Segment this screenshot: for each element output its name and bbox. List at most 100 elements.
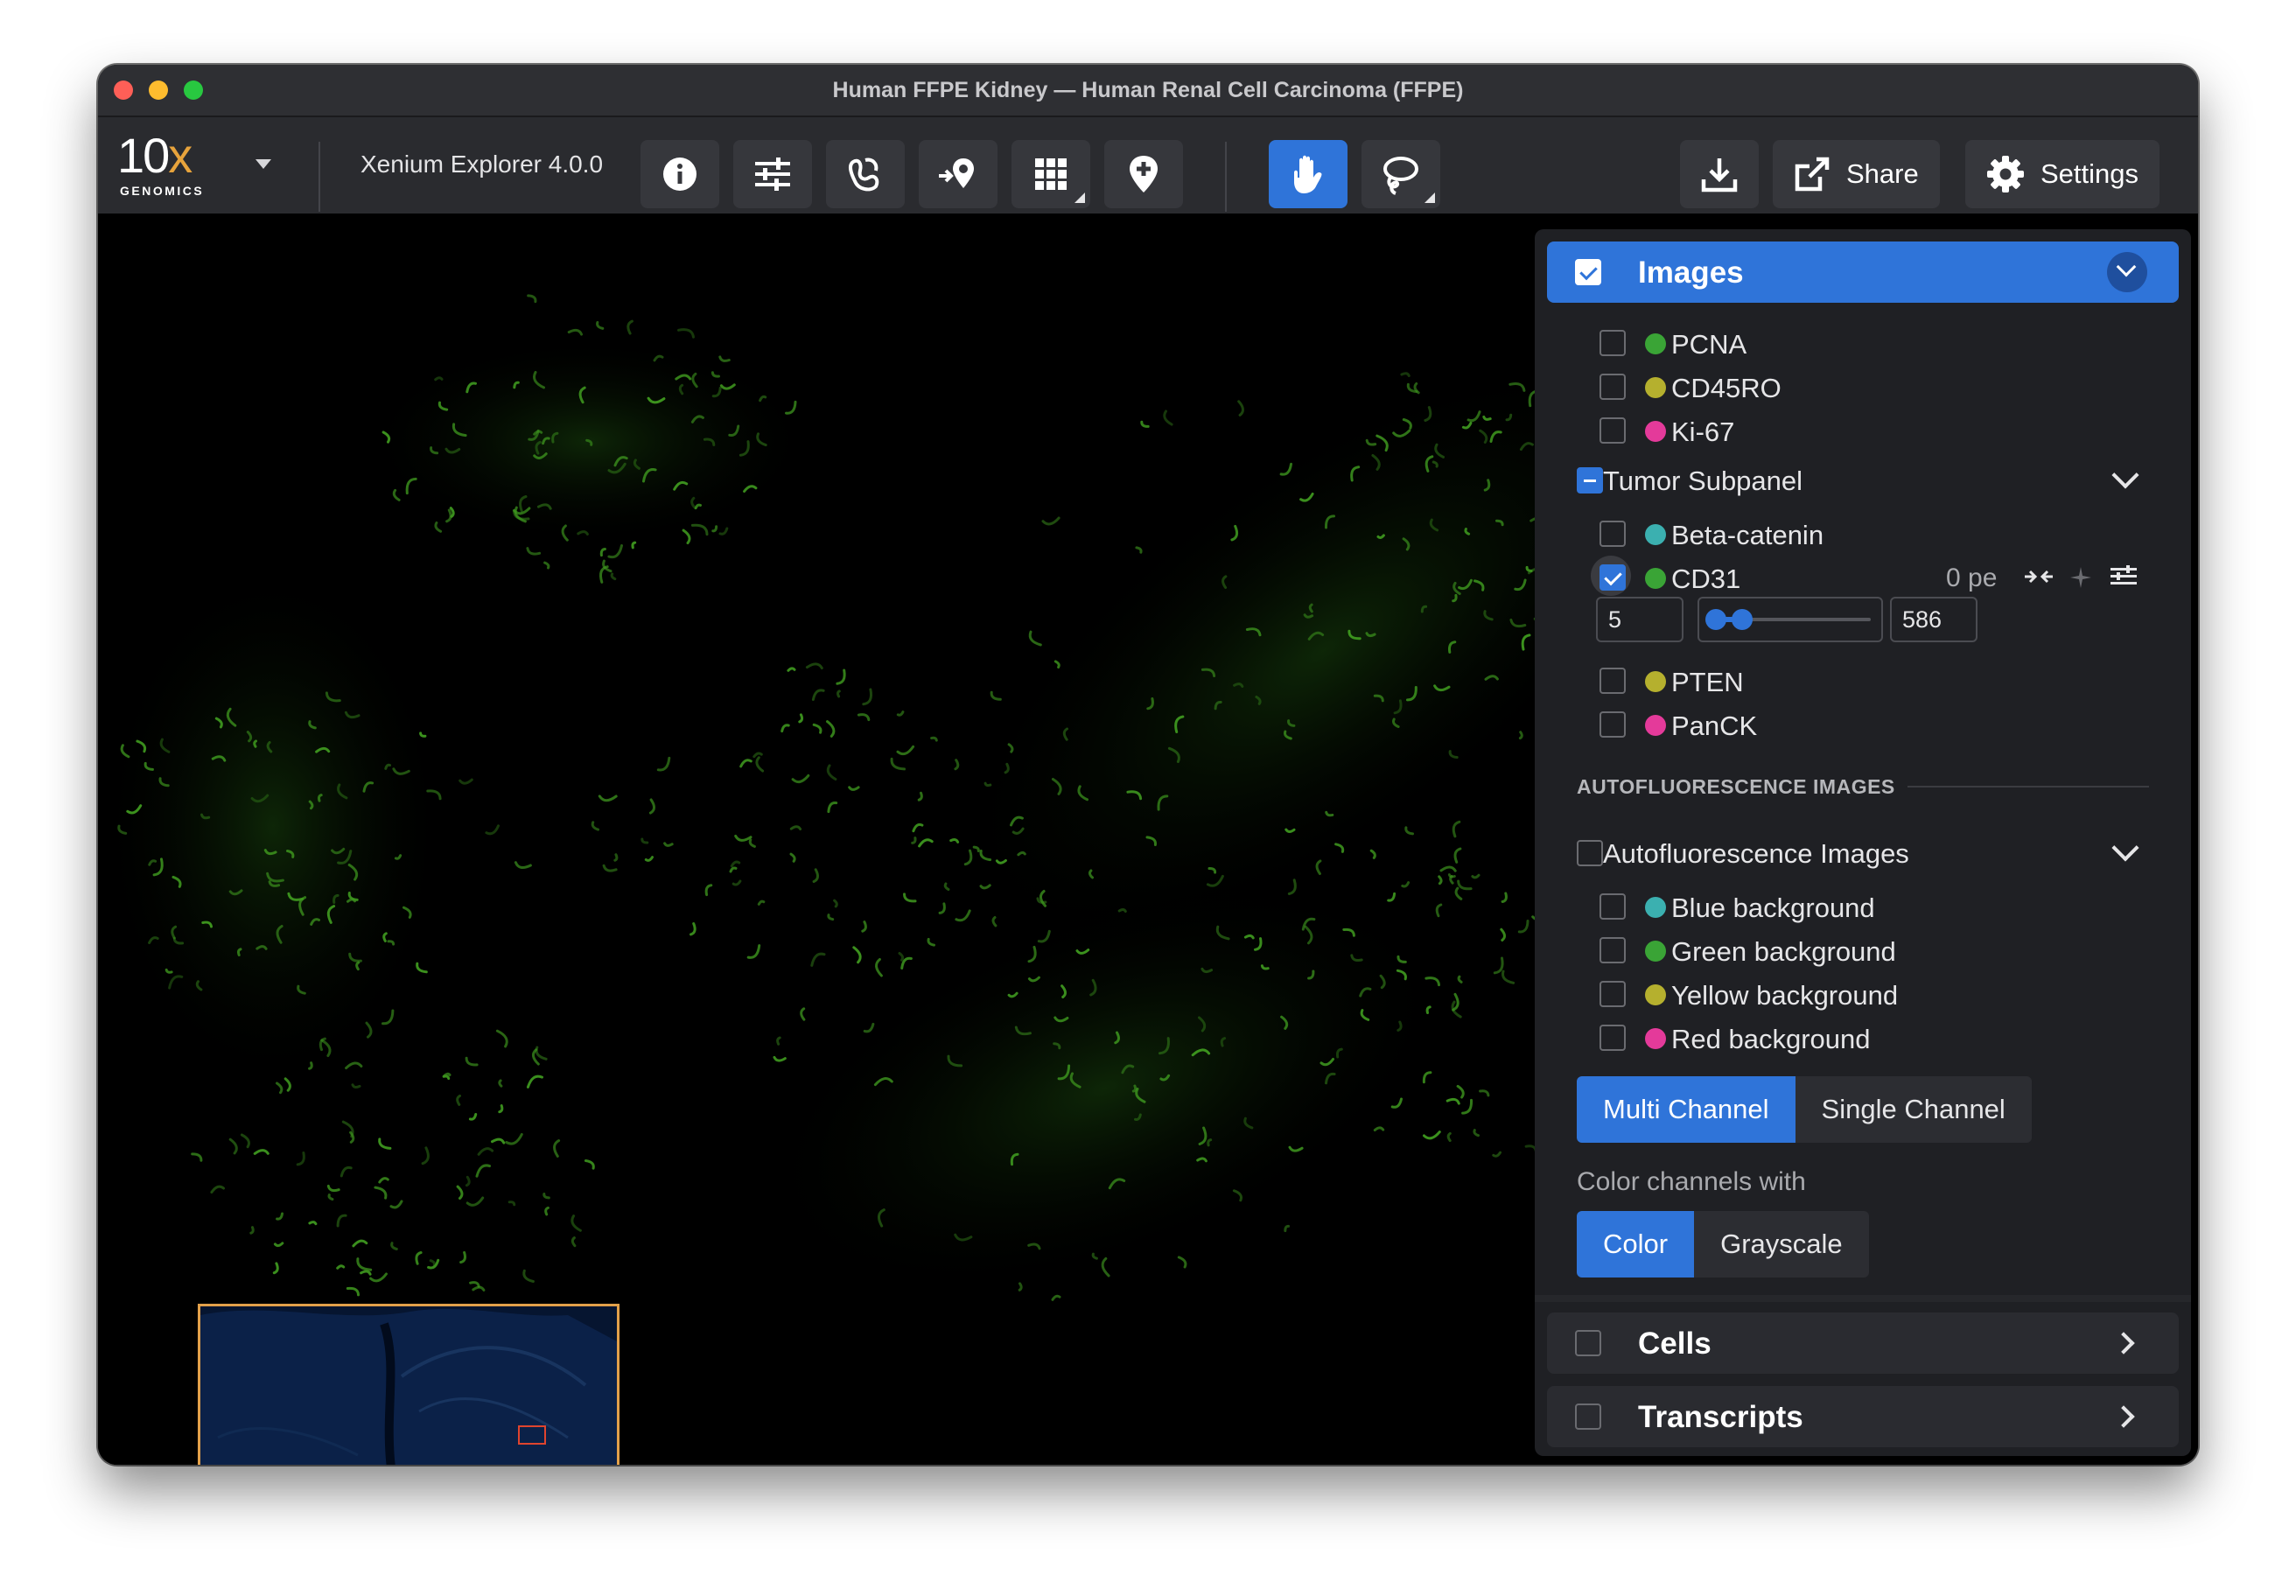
autofluorescence-checkbox[interactable] [1577, 840, 1603, 866]
transcripts-header-label: Transcripts [1638, 1400, 1803, 1434]
panck-checkbox[interactable] [1600, 711, 1626, 738]
arrow-to-pin-icon [939, 158, 974, 188]
single-channel-option[interactable]: Single Channel [1795, 1076, 2032, 1143]
cd45ro-checkbox[interactable] [1600, 374, 1626, 400]
channel-row-cd31[interactable]: CD31 0 pe [1535, 555, 2191, 598]
logo-menu-caret-icon[interactable] [256, 159, 271, 169]
lasso-options-corner-icon [1424, 192, 1435, 203]
autofluorescence-chevron-icon[interactable] [2111, 834, 2139, 862]
10x-genomics-logo[interactable]: 10x GENOMICS [117, 130, 214, 200]
yellow-background-checkbox[interactable] [1600, 981, 1626, 1007]
blue-background-checkbox[interactable] [1600, 893, 1626, 920]
tumor-subpanel-chevron-icon[interactable] [2111, 461, 2139, 489]
range-slider[interactable] [1698, 597, 1883, 642]
pcna-checkbox[interactable] [1600, 330, 1626, 356]
range-min-input[interactable]: 5 [1596, 597, 1684, 642]
cd31-meta-text: 0 pe [1946, 564, 1998, 592]
images-checkbox[interactable] [1575, 259, 1601, 285]
channel-row-green-background[interactable]: Green background [1535, 928, 2191, 971]
red-background-color-swatch[interactable] [1645, 1028, 1666, 1049]
cells-section-header[interactable]: Cells [1547, 1312, 2179, 1374]
logo-x-text: x [168, 128, 192, 183]
pcna-color-swatch[interactable] [1645, 333, 1666, 354]
segmentation-button[interactable] [826, 140, 905, 208]
beta-catenin-checkbox[interactable] [1600, 521, 1626, 547]
download-button[interactable] [1680, 140, 1759, 208]
green-background-color-swatch[interactable] [1645, 941, 1666, 962]
ki67-checkbox[interactable] [1600, 417, 1626, 444]
app-window: Human FFPE Kidney — Human Renal Cell Car… [98, 65, 2198, 1465]
panel-divider [1535, 1295, 2191, 1302]
color-option[interactable]: Color [1577, 1211, 1695, 1278]
panck-color-swatch[interactable] [1645, 715, 1666, 736]
channel-row-pcna[interactable]: PCNA [1535, 320, 2191, 364]
channel-row-yellow-background[interactable]: Yellow background [1535, 971, 2191, 1015]
add-pin-icon [1130, 156, 1158, 192]
tumor-subpanel-label: Tumor Subpanel [1603, 466, 1803, 496]
grayscale-option[interactable]: Grayscale [1694, 1211, 1869, 1278]
cd31-label: CD31 [1671, 564, 1741, 594]
autofluorescence-group[interactable]: Autofluorescence Images [1535, 830, 2191, 877]
blue-background-color-swatch[interactable] [1645, 897, 1666, 918]
settings-button[interactable]: Settings [1965, 140, 2160, 208]
collapse-images-chevron-icon[interactable] [2107, 252, 2147, 292]
add-pin-button[interactable] [1104, 140, 1183, 208]
adjustments-button[interactable] [733, 140, 812, 208]
tumor-subpanel-checkbox[interactable] [1577, 467, 1603, 494]
auto-adjust-sparkle-icon[interactable] [2068, 565, 2093, 590]
range-slider-high-handle[interactable] [1731, 609, 1753, 630]
settings-label: Settings [2040, 158, 2139, 189]
pten-checkbox[interactable] [1600, 668, 1626, 694]
channel-row-ki67[interactable]: Ki-67 [1535, 408, 2191, 452]
fluorescence-speck [253, 739, 257, 748]
autofluorescence-caption: AUTOFLUORESCENCE IMAGES [1577, 775, 1895, 798]
tumor-subpanel-group[interactable]: Tumor Subpanel [1535, 457, 2191, 504]
pten-color-swatch[interactable] [1645, 671, 1666, 692]
info-button[interactable] [640, 140, 719, 208]
beta-catenin-color-swatch[interactable] [1645, 524, 1666, 545]
overview-minimap[interactable] [198, 1304, 620, 1465]
range-slider-low-handle[interactable] [1705, 609, 1727, 630]
toolbar-divider [1225, 142, 1227, 212]
share-button[interactable]: Share [1773, 140, 1940, 208]
color-mode-toggle: Color Grayscale [1577, 1211, 1869, 1278]
images-section-header[interactable]: Images [1547, 242, 2179, 303]
minimap-viewport-indicator[interactable] [518, 1425, 546, 1445]
cells-checkbox[interactable] [1575, 1330, 1601, 1356]
red-background-label: Red background [1671, 1024, 1871, 1054]
channel-row-pten[interactable]: PTEN [1535, 658, 2191, 702]
channel-row-beta-catenin[interactable]: Beta-catenin [1535, 511, 2191, 555]
channel-settings-sliders-icon[interactable] [2110, 565, 2137, 588]
transcripts-checkbox[interactable] [1575, 1404, 1601, 1430]
cd31-checkbox[interactable] [1600, 564, 1626, 591]
expand-transcripts-chevron-icon[interactable] [2112, 1405, 2135, 1428]
green-background-checkbox[interactable] [1600, 937, 1626, 963]
channel-row-blue-background[interactable]: Blue background [1535, 884, 2191, 928]
close-window-button[interactable] [114, 80, 133, 100]
minimize-window-button[interactable] [149, 80, 168, 100]
expand-cells-chevron-icon[interactable] [2112, 1332, 2135, 1354]
cd45ro-color-swatch[interactable] [1645, 377, 1666, 398]
grid-view-button[interactable] [1012, 140, 1090, 208]
gear-icon [1987, 156, 2024, 192]
ki67-color-swatch[interactable] [1645, 421, 1666, 442]
download-icon [1701, 158, 1738, 192]
zoom-window-button[interactable] [184, 80, 203, 100]
cd31-color-swatch[interactable] [1645, 568, 1666, 589]
red-background-checkbox[interactable] [1600, 1025, 1626, 1051]
multi-channel-option[interactable]: Multi Channel [1577, 1076, 1796, 1143]
pan-tool-button[interactable] [1269, 140, 1348, 208]
go-to-location-button[interactable] [919, 140, 998, 208]
lasso-tool-button[interactable] [1362, 140, 1440, 208]
channel-mode-toggle: Multi Channel Single Channel [1577, 1076, 2032, 1143]
pten-label: PTEN [1671, 667, 1744, 697]
yellow-background-color-swatch[interactable] [1645, 984, 1666, 1005]
transcripts-section-header[interactable]: Transcripts [1547, 1386, 2179, 1447]
share-icon [1795, 157, 1830, 192]
channel-row-cd45ro[interactable]: CD45RO [1535, 364, 2191, 408]
channel-row-panck[interactable]: PanCK [1535, 702, 2191, 746]
pcna-label: PCNA [1671, 329, 1747, 360]
compress-range-icon[interactable] [2025, 567, 2053, 586]
range-max-input[interactable]: 586 [1890, 597, 1978, 642]
channel-row-red-background[interactable]: Red background [1535, 1015, 2191, 1059]
